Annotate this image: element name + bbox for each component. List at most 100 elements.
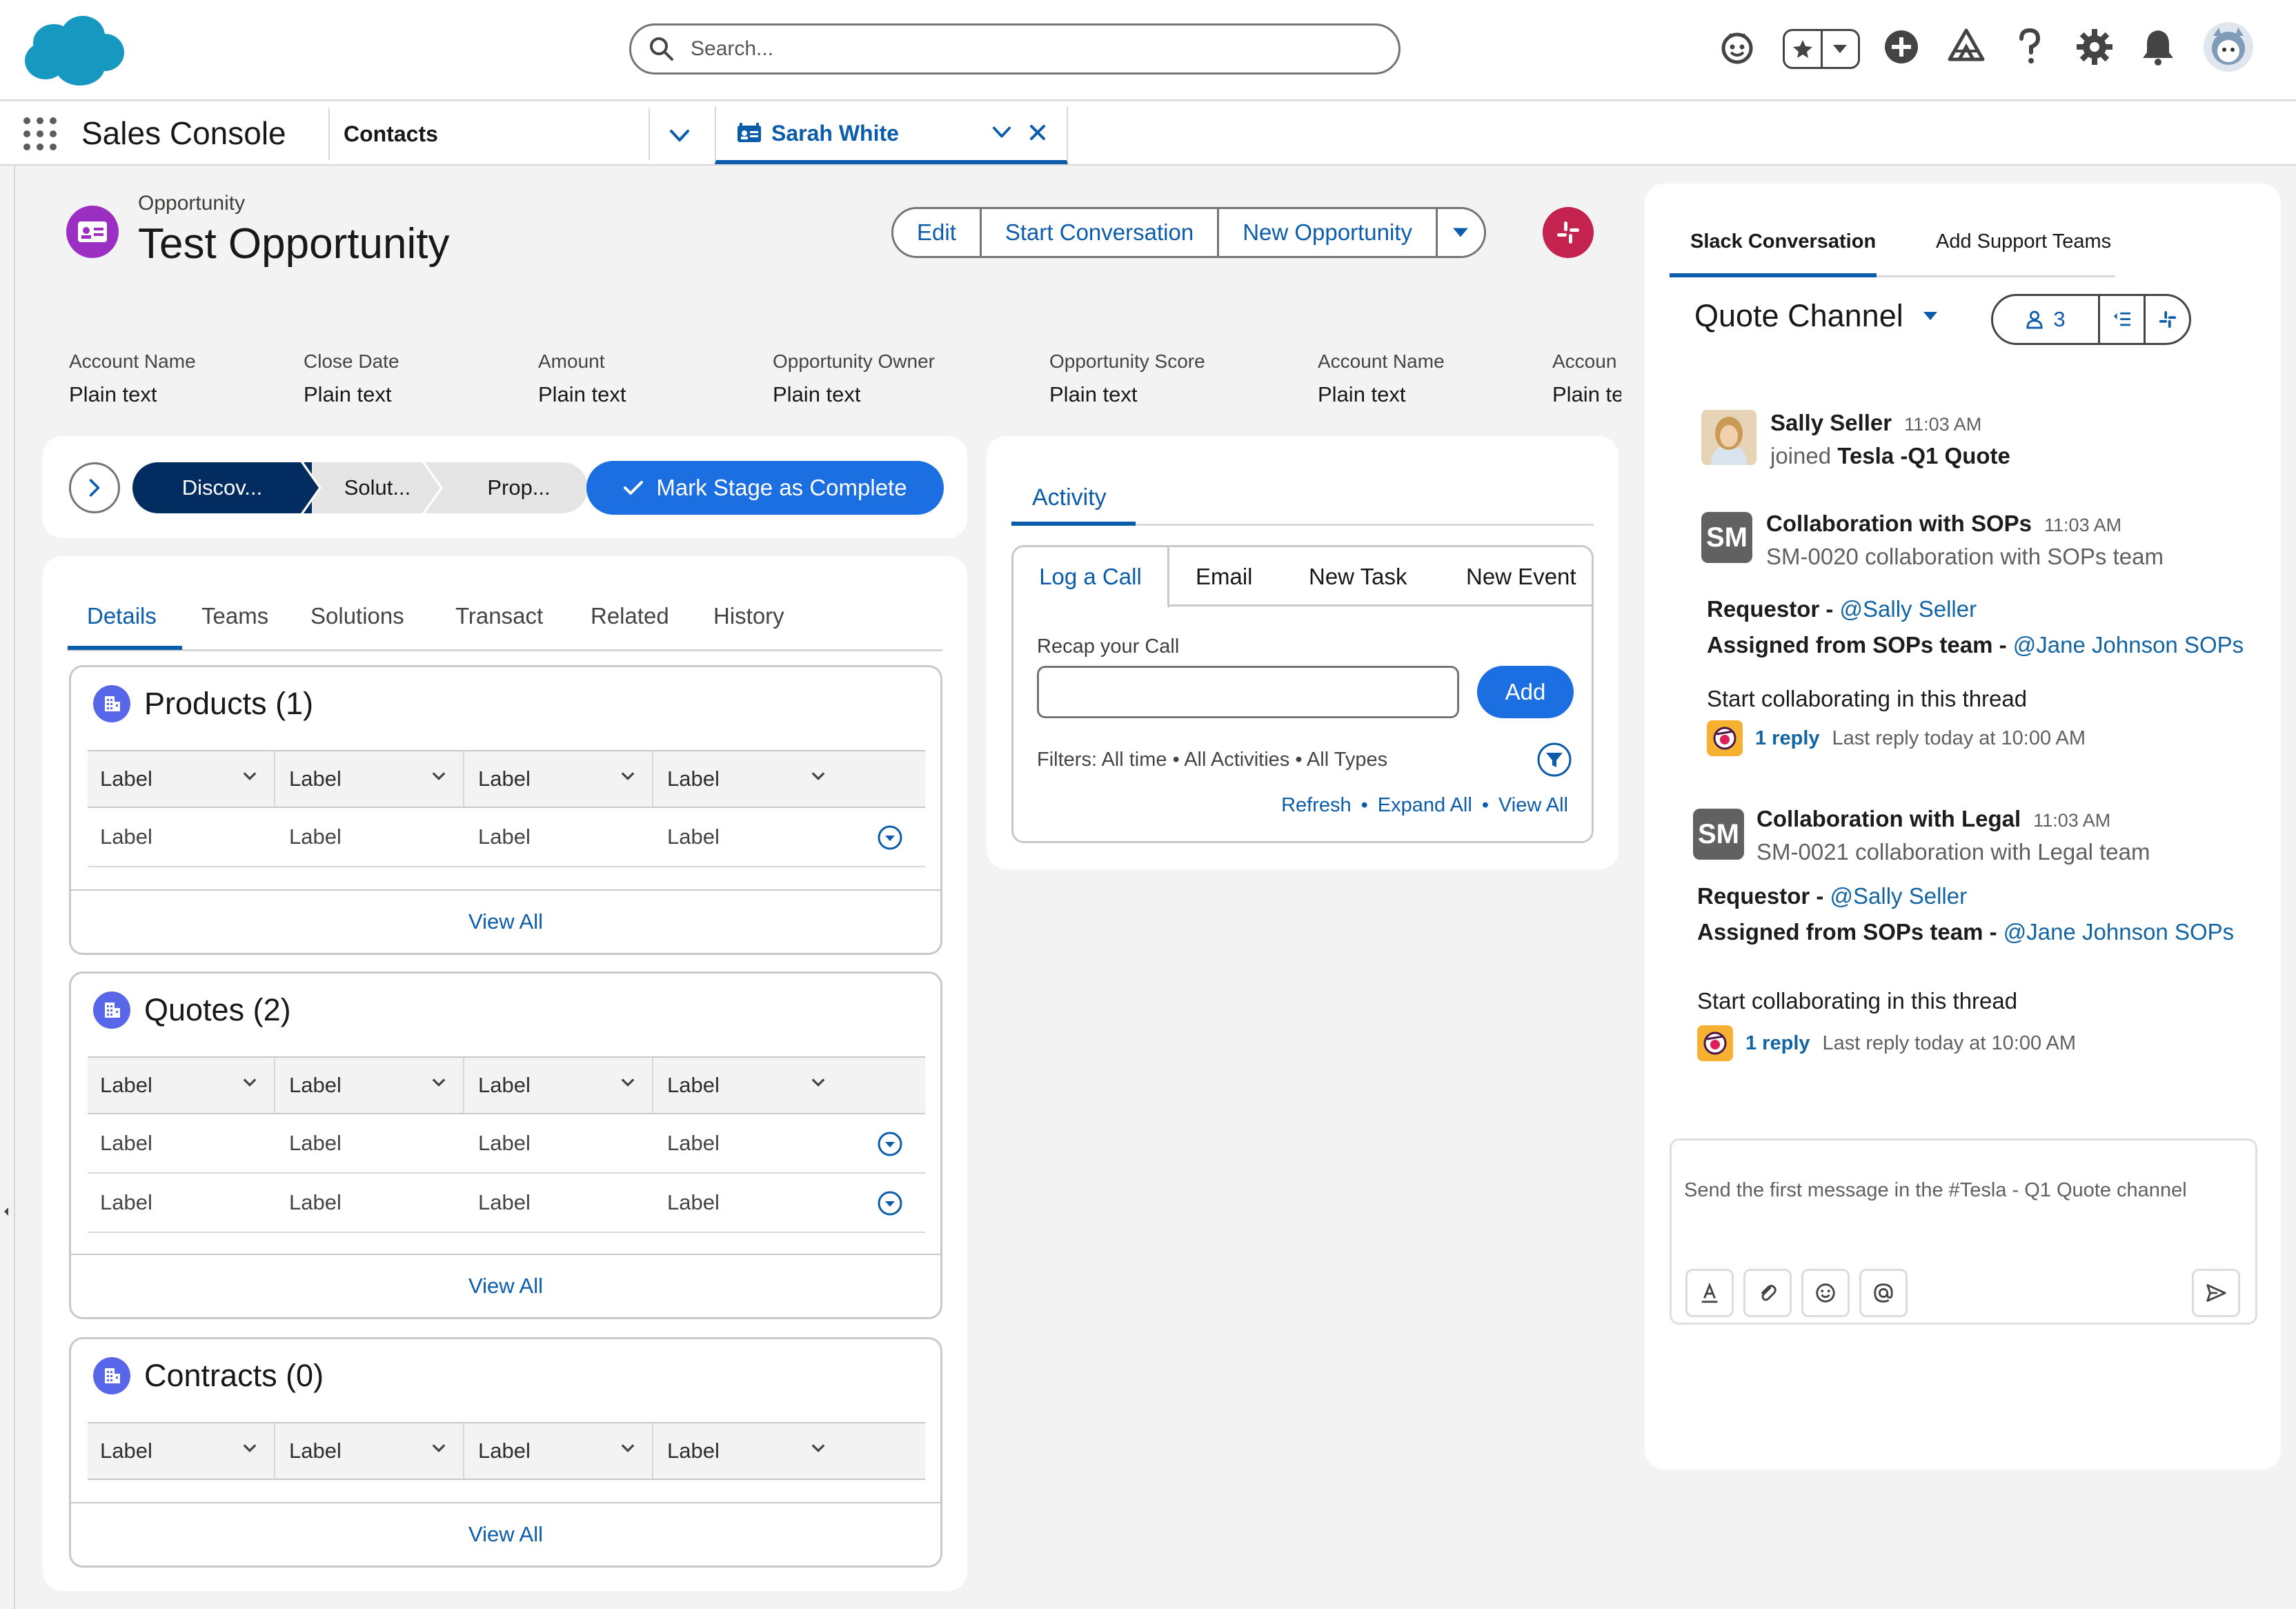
column-header[interactable]: Label [655, 751, 842, 807]
chevron-down-icon[interactable] [811, 1077, 826, 1088]
tab-log-a-call[interactable]: Log a Call [1013, 547, 1169, 609]
tab-solutions[interactable]: Solutions [310, 603, 404, 629]
column-header[interactable]: Label [277, 1058, 464, 1113]
mention-icon[interactable] [1859, 1269, 1908, 1317]
column-header[interactable]: Label [277, 1423, 464, 1479]
path-step-proposal[interactable]: Prop... [422, 462, 588, 513]
column-header[interactable]: Label [277, 751, 464, 807]
row-action-icon[interactable] [877, 1131, 903, 1157]
add-icon[interactable] [1879, 25, 1923, 69]
tab-teams[interactable]: Teams [201, 603, 268, 629]
column-header[interactable]: Label [466, 1423, 653, 1479]
column-header[interactable]: Label [466, 1058, 653, 1113]
recap-call-input[interactable] [1037, 666, 1459, 718]
app-launcher-icon[interactable] [23, 117, 57, 150]
sally-seller-avatar[interactable] [1701, 410, 1756, 465]
tab-new-task[interactable]: New Task [1309, 547, 1407, 606]
avatar[interactable]: SM [1701, 512, 1752, 563]
filter-icon[interactable] [1536, 742, 1572, 778]
column-header[interactable]: Label [88, 1058, 275, 1113]
slack-icon[interactable] [1543, 207, 1594, 258]
members-button[interactable]: 3 [1993, 296, 2098, 343]
chevron-down-icon[interactable] [662, 119, 697, 153]
salesforce-logo-icon[interactable] [22, 15, 124, 87]
thread-replies[interactable]: 1 reply Last reply today at 10:00 AM [1707, 720, 2086, 756]
tab-slack-conversation[interactable]: Slack Conversation [1690, 230, 1876, 253]
chevron-down-icon[interactable] [242, 1443, 257, 1454]
chevron-down-icon[interactable] [242, 1077, 257, 1088]
edit-button[interactable]: Edit [893, 209, 980, 256]
favorites-dropdown-icon[interactable] [1820, 31, 1859, 67]
chevron-down-icon[interactable] [242, 771, 257, 782]
chevron-down-icon[interactable] [992, 126, 1011, 139]
list-icon[interactable] [2098, 296, 2144, 343]
global-search[interactable] [629, 23, 1401, 75]
slack-icon[interactable] [2144, 296, 2189, 343]
view-all-link[interactable]: View All [1498, 794, 1568, 816]
tab-details[interactable]: Details [87, 603, 157, 629]
row-action-icon[interactable] [877, 825, 903, 851]
text-format-icon[interactable] [1685, 1269, 1734, 1317]
channel-selector[interactable]: Quote Channel [1694, 298, 1939, 334]
mention-link[interactable]: @Jane Johnson SOPs [2003, 919, 2234, 945]
avatar[interactable]: SM [1693, 809, 1744, 860]
chevron-down-icon[interactable] [620, 1077, 635, 1088]
view-all-link[interactable]: View All [71, 1502, 940, 1566]
chevron-down-icon[interactable] [620, 1443, 635, 1454]
einstein-icon[interactable] [1715, 25, 1759, 69]
message-author[interactable]: Collaboration with Legal 11:03 AM [1756, 806, 2110, 832]
setup-gear-icon[interactable] [2072, 25, 2117, 69]
nav-tab-contacts[interactable]: Contacts [328, 108, 650, 160]
new-opportunity-button[interactable]: New Opportunity [1217, 209, 1436, 256]
trailhead-icon[interactable] [1944, 25, 1988, 69]
mention-link[interactable]: @Sally Seller [1840, 596, 1977, 622]
chevron-down-icon[interactable] [620, 771, 635, 782]
tab-related[interactable]: Related [591, 603, 669, 629]
message-author[interactable]: Sally Seller 11:03 AM [1770, 410, 1981, 436]
tab-transact[interactable]: Transact [455, 603, 543, 629]
mention-link[interactable]: @Jane Johnson SOPs [2013, 632, 2244, 658]
column-header[interactable]: Label [88, 751, 275, 807]
more-actions-button[interactable] [1435, 209, 1484, 256]
view-all-link[interactable]: View All [71, 889, 940, 953]
column-header[interactable]: Label [655, 1423, 842, 1479]
favorites-star-icon[interactable] [1785, 31, 1821, 67]
thread-replies[interactable]: 1 reply Last reply today at 10:00 AM [1697, 1025, 2076, 1061]
chevron-down-icon[interactable] [431, 1077, 446, 1088]
add-button[interactable]: Add [1477, 666, 1574, 718]
mention-link[interactable]: @Sally Seller [1830, 883, 1968, 909]
view-all-link[interactable]: View All [71, 1254, 940, 1317]
refresh-link[interactable]: Refresh [1281, 794, 1352, 816]
send-icon[interactable] [2192, 1269, 2240, 1317]
mark-stage-complete-button[interactable]: Mark Stage as Complete [586, 461, 944, 515]
tab-add-support-teams[interactable]: Add Support Teams [1936, 230, 2111, 253]
tab-new-event[interactable]: New Event [1466, 547, 1576, 606]
column-header[interactable]: Label [655, 1058, 842, 1113]
path-step-discovery[interactable]: Discov... [132, 462, 312, 513]
message-composer[interactable]: Send the first message in the #Tesla - Q… [1670, 1138, 2257, 1325]
column-header[interactable]: Label [466, 751, 653, 807]
help-icon[interactable] [2008, 25, 2052, 69]
path-toggle-button[interactable] [69, 462, 120, 513]
start-conversation-button[interactable]: Start Conversation [979, 209, 1218, 256]
tab-activity[interactable]: Activity [1032, 484, 1107, 511]
chevron-down-icon[interactable] [811, 1443, 826, 1454]
message-author[interactable]: Collaboration with SOPs 11:03 AM [1766, 511, 2121, 537]
row-action-icon[interactable] [877, 1190, 903, 1216]
close-icon[interactable] [1029, 124, 1046, 141]
chevron-down-icon[interactable] [431, 771, 446, 782]
expand-all-link[interactable]: Expand All [1378, 794, 1472, 816]
activity-publisher: Log a Call Email New Task New Event Reca… [1011, 545, 1594, 843]
search-input[interactable] [691, 37, 1312, 61]
utility-bar-edge[interactable] [0, 166, 15, 1609]
chevron-down-icon[interactable] [811, 771, 826, 782]
column-header[interactable]: Label [88, 1423, 275, 1479]
emoji-icon[interactable] [1801, 1269, 1850, 1317]
tab-email[interactable]: Email [1196, 547, 1253, 606]
tab-sarah-white[interactable]: Sarah White [715, 106, 1068, 164]
tab-history[interactable]: History [713, 603, 784, 629]
user-avatar-icon[interactable] [2202, 21, 2255, 73]
chevron-down-icon[interactable] [431, 1443, 446, 1454]
notifications-bell-icon[interactable] [2136, 25, 2180, 69]
attachment-icon[interactable] [1743, 1269, 1792, 1317]
